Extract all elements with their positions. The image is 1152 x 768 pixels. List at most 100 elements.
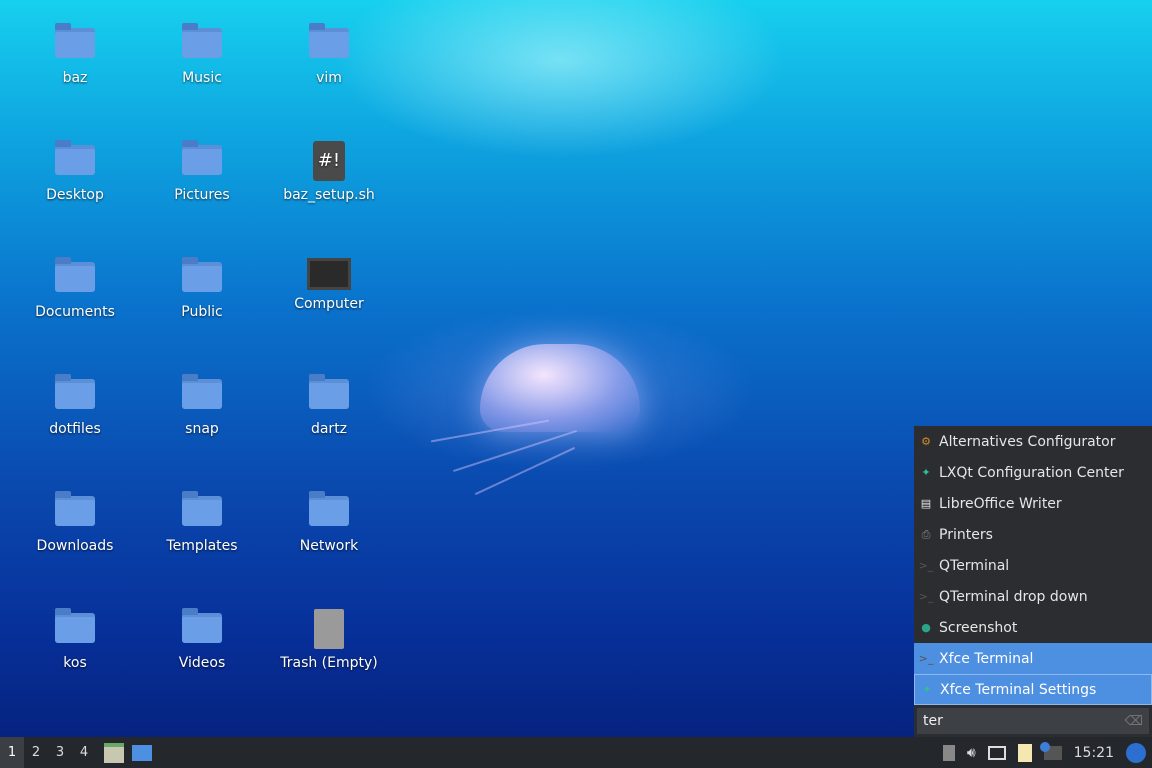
desktop-icon-label: Documents	[35, 304, 115, 320]
desktop-icon-label: Trash (Empty)	[280, 655, 378, 671]
desktop-icon[interactable]: baz	[20, 23, 130, 86]
show-desktop-icon[interactable]	[132, 744, 152, 761]
menu-item[interactable]: >_ QTerminal drop down	[914, 581, 1152, 612]
menu-item[interactable]: ● Screenshot	[914, 612, 1152, 643]
volume-icon[interactable]: 🔊︎	[967, 745, 976, 761]
desktop-icon[interactable]: vim	[274, 23, 384, 86]
terminal-icon: >_	[918, 590, 934, 603]
wallpaper-tentacle	[474, 446, 576, 496]
wallpaper-jellyfish	[480, 344, 640, 432]
menu-item[interactable]: >_ Xfce Terminal	[914, 643, 1152, 674]
desktop-icon-label: kos	[63, 655, 87, 671]
folder-icon	[53, 23, 97, 64]
desktop-icon-label: Downloads	[36, 538, 114, 554]
menu-item-label: LXQt Configuration Center	[939, 464, 1124, 481]
desktop-icon-label: vim	[316, 70, 342, 86]
desktop-icon[interactable]: dotfiles	[20, 374, 130, 437]
workspace-4[interactable]: 4	[72, 745, 96, 760]
menu-item-label: Screenshot	[939, 619, 1018, 636]
folder-icon	[180, 257, 224, 298]
desktop-icon-label: dartz	[310, 421, 348, 437]
main-menu-icon[interactable]	[1126, 742, 1146, 763]
menu-item[interactable]: ✦ LXQt Configuration Center	[914, 457, 1152, 488]
menu-item-label: QTerminal drop down	[939, 588, 1088, 605]
menu-search-input[interactable]: ter	[923, 713, 943, 729]
eject-icon[interactable]	[942, 744, 955, 761]
desktop-icon-label: Computer	[294, 296, 364, 312]
desktop-icon-label: Pictures	[174, 187, 230, 203]
workspace-3[interactable]: 3	[48, 745, 72, 760]
computer-icon	[307, 258, 351, 290]
desktop-icon[interactable]: Computer	[274, 258, 384, 312]
clipboard-icon[interactable]	[1017, 743, 1032, 762]
folder-icon	[307, 491, 351, 532]
menu-item[interactable]: ✦ Xfce Terminal Settings	[914, 674, 1152, 705]
desktop-icon[interactable]: Videos	[147, 608, 257, 671]
menu-item-label: Xfce Terminal	[939, 650, 1034, 667]
desktop-icon-label: baz	[62, 70, 88, 86]
camera-icon: ●	[921, 621, 931, 634]
desktop-icon[interactable]: kos	[20, 608, 130, 671]
workspace-1[interactable]: 1	[0, 737, 24, 768]
script-file-icon: #!	[313, 141, 345, 181]
taskbar: 1 2 3 4 🔊︎ 15:21	[0, 737, 1152, 768]
wallpaper-tentacle	[452, 429, 578, 473]
desktop-icon[interactable]: Downloads	[20, 491, 130, 554]
settings-icon: ✦	[921, 466, 931, 479]
printer-icon: ⎙	[921, 527, 931, 541]
menu-item[interactable]: ⎙ Printers	[914, 519, 1152, 550]
desktop-icon-label: Videos	[178, 655, 226, 671]
folder-icon	[53, 257, 97, 298]
folder-icon	[307, 23, 351, 64]
menu-item[interactable]: >_ QTerminal	[914, 550, 1152, 581]
desktop-icon[interactable]: Desktop	[20, 140, 130, 203]
menu-item[interactable]: ⚙ Alternatives Configurator	[914, 426, 1152, 457]
folder-icon	[53, 140, 97, 181]
folder-icon	[180, 140, 224, 181]
menu-item[interactable]: ▤ LibreOffice Writer	[914, 488, 1152, 519]
network-icon[interactable]	[987, 745, 1006, 760]
desktop-icon-label: baz_setup.sh	[283, 187, 375, 203]
menu-item-label: Printers	[939, 526, 993, 543]
desktop-icon[interactable]: Documents	[20, 257, 130, 320]
desktop-icon-label: Desktop	[46, 187, 104, 203]
menu-search-field[interactable]: ter ⌫	[917, 708, 1149, 734]
clock[interactable]: 15:21	[1074, 745, 1114, 761]
desktop-icon[interactable]: #! baz_setup.sh	[274, 141, 384, 203]
desktop-icon[interactable]: Pictures	[147, 140, 257, 203]
notification-icon[interactable]	[1039, 741, 1062, 760]
folder-icon	[307, 374, 351, 415]
desktop-icon[interactable]: Public	[147, 257, 257, 320]
desktop-icon-label: Templates	[166, 538, 238, 554]
menu-item-label: Alternatives Configurator	[939, 433, 1116, 450]
trash-icon	[314, 609, 344, 649]
workspace-2[interactable]: 2	[24, 745, 48, 760]
gear-icon: ⚙	[921, 435, 931, 448]
desktop-icon[interactable]: Templates	[147, 491, 257, 554]
terminal-icon: >_	[918, 559, 934, 572]
desktop-icon[interactable]: Network	[274, 491, 384, 554]
desktop-icon[interactable]: snap	[147, 374, 257, 437]
folder-icon	[180, 608, 224, 649]
settings-icon: ✦	[922, 683, 932, 696]
application-menu: ⚙ Alternatives Configurator ✦ LXQt Configur…	[914, 426, 1152, 737]
folder-icon	[180, 491, 224, 532]
clear-search-icon[interactable]: ⌫	[1125, 714, 1143, 729]
script-glyph-text: #!	[317, 150, 341, 171]
terminal-icon: >_	[918, 652, 934, 665]
desktop-icon[interactable]: Trash (Empty)	[274, 609, 384, 671]
folder-icon	[180, 23, 224, 64]
desktop-icon-label: Public	[181, 304, 223, 320]
desktop-icon-label: Network	[299, 538, 359, 554]
desktop-icon[interactable]: dartz	[274, 374, 384, 437]
file-manager-launcher-icon[interactable]	[104, 742, 124, 763]
folder-icon	[53, 491, 97, 532]
desktop-icon-label: snap	[185, 421, 219, 437]
folder-icon	[180, 374, 224, 415]
menu-item-label: Xfce Terminal Settings	[940, 681, 1097, 698]
desktop-icon[interactable]: Music	[147, 23, 257, 86]
document-icon: ▤	[920, 497, 932, 510]
desktop-icon-label: dotfiles	[49, 421, 101, 437]
folder-icon	[53, 608, 97, 649]
system-tray: 🔊︎ 15:21	[937, 737, 1152, 768]
